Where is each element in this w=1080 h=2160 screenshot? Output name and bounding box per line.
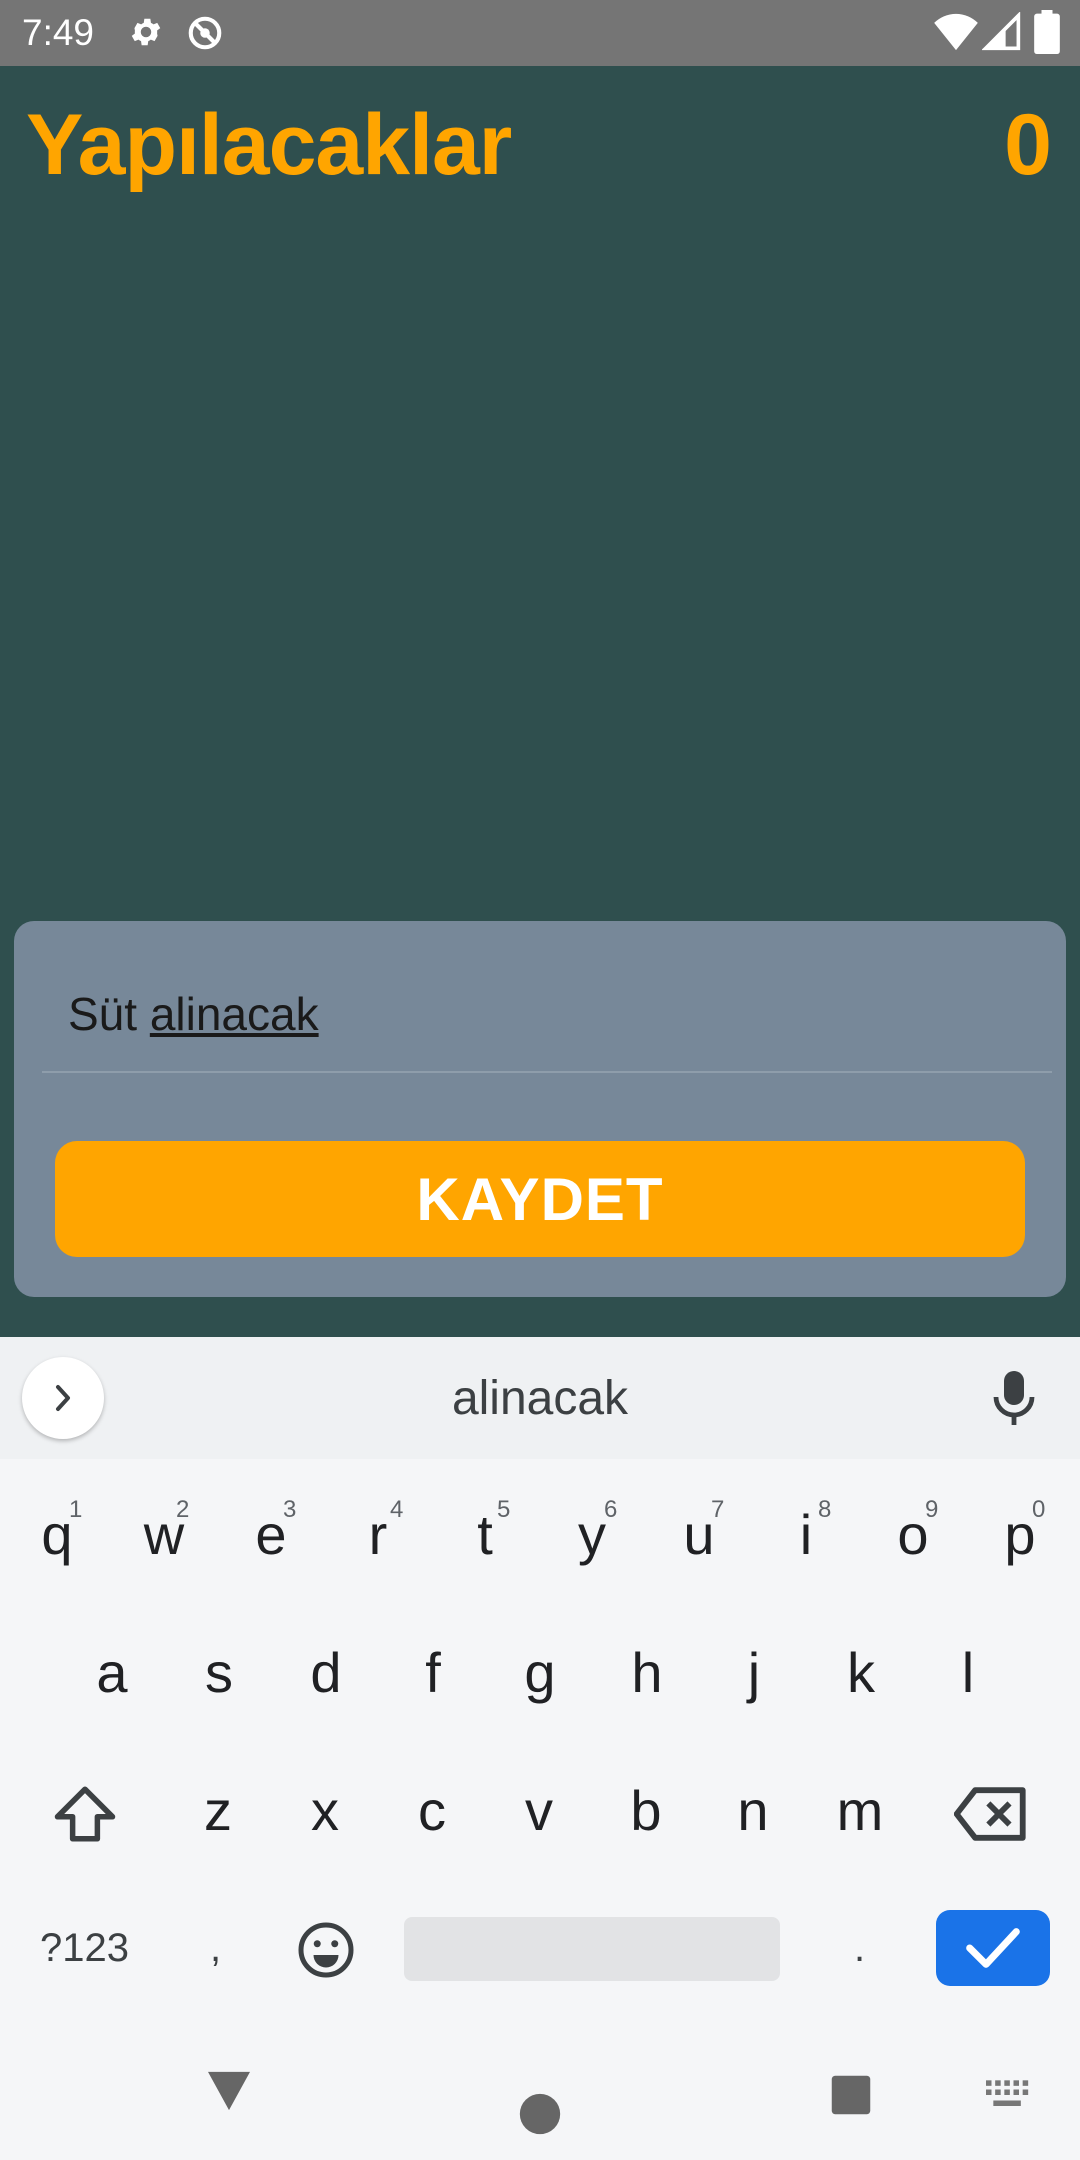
key-g[interactable]: g	[490, 1640, 590, 1705]
key-number-hint: 1	[69, 1496, 83, 1523]
key-label: q	[41, 1503, 73, 1566]
page-title: Yapılacaklar	[26, 97, 512, 193]
keyboard-switch-icon[interactable]	[986, 2080, 1030, 2110]
key-label: g	[524, 1641, 556, 1704]
key-number-hint: 5	[497, 1496, 511, 1523]
key-label: l	[961, 1641, 975, 1704]
key-u[interactable]: u7	[649, 1496, 749, 1567]
shift-arrow-icon	[54, 1786, 116, 1842]
backspace-key[interactable]	[953, 1786, 1028, 1847]
navigation-bar	[0, 2040, 1080, 2160]
recents-square-icon[interactable]	[830, 2074, 872, 2116]
key-label: y	[578, 1503, 606, 1566]
key-v[interactable]: v	[489, 1778, 589, 1843]
status-time: 7:49	[22, 12, 95, 53]
key-label: p	[1004, 1503, 1036, 1566]
settings-gear-icon	[128, 14, 164, 55]
add-todo-form: Süt alinacak KAYDET	[14, 921, 1066, 1297]
app-header: Yapılacaklar 0	[0, 66, 1080, 226]
key-x[interactable]: x	[275, 1778, 375, 1843]
key-j[interactable]: j	[704, 1640, 804, 1705]
key-b[interactable]: b	[596, 1778, 696, 1843]
space-key[interactable]	[404, 1917, 780, 1981]
do-not-disturb-icon	[186, 14, 224, 57]
key-e[interactable]: e3	[221, 1496, 321, 1567]
key-label: e	[255, 1503, 287, 1566]
key-s[interactable]: s	[169, 1640, 269, 1705]
key-y[interactable]: y6	[542, 1496, 642, 1567]
period-key[interactable]: .	[854, 1926, 865, 1971]
key-label: a	[96, 1641, 128, 1704]
key-label: v	[525, 1779, 553, 1842]
key-label: t	[477, 1503, 493, 1566]
cell-signal-icon	[981, 11, 1022, 57]
key-f[interactable]: f	[383, 1640, 483, 1705]
key-label: f	[425, 1641, 441, 1704]
key-r[interactable]: r4	[328, 1496, 428, 1567]
key-t[interactable]: t5	[435, 1496, 535, 1567]
key-number-hint: 0	[1032, 1496, 1046, 1523]
todo-count: 0	[1004, 97, 1052, 193]
key-l[interactable]: l	[918, 1640, 1018, 1705]
key-label: k	[847, 1641, 875, 1704]
key-label: c	[418, 1779, 446, 1842]
key-number-hint: 3	[283, 1496, 297, 1523]
key-d[interactable]: d	[276, 1640, 376, 1705]
key-label: h	[631, 1641, 663, 1704]
checkmark-icon	[966, 1928, 1020, 1968]
enter-done-key[interactable]	[936, 1910, 1050, 1986]
home-circle-icon[interactable]	[518, 2092, 562, 2136]
key-number-hint: 2	[176, 1496, 190, 1523]
key-number-hint: 7	[711, 1496, 725, 1523]
key-o[interactable]: o9	[863, 1496, 963, 1567]
suggestion-word[interactable]: alinacak	[0, 1371, 1080, 1426]
key-number-hint: 4	[390, 1496, 404, 1523]
back-triangle-icon[interactable]	[206, 2070, 252, 2112]
comma-key[interactable]: ,	[210, 1926, 221, 1971]
key-label: n	[737, 1779, 769, 1842]
suggestion-bar: alinacak	[0, 1337, 1080, 1459]
status-bar: 7:49	[0, 0, 1080, 66]
key-label: j	[747, 1641, 761, 1704]
battery-icon	[1034, 10, 1060, 59]
todo-input[interactable]: Süt alinacak	[42, 961, 1052, 1073]
todo-input-value: Süt alinacak	[68, 988, 319, 1040]
key-z[interactable]: z	[168, 1778, 268, 1843]
microphone-icon[interactable]	[990, 1369, 1038, 1429]
key-label: z	[204, 1779, 232, 1842]
key-label: x	[311, 1779, 339, 1842]
key-p[interactable]: p0	[970, 1496, 1070, 1567]
key-label: r	[368, 1503, 388, 1566]
key-label: i	[799, 1503, 813, 1566]
wifi-icon	[934, 12, 978, 57]
key-m[interactable]: m	[810, 1778, 910, 1843]
key-number-hint: 9	[925, 1496, 939, 1523]
emoji-key[interactable]	[296, 1920, 356, 1985]
soft-keyboard: alinacak	[0, 1337, 1080, 2160]
key-label: o	[897, 1503, 929, 1566]
key-label: d	[310, 1641, 342, 1704]
key-label: m	[836, 1779, 884, 1842]
key-label: b	[630, 1779, 662, 1842]
key-q[interactable]: q1	[7, 1496, 107, 1567]
key-n[interactable]: n	[703, 1778, 803, 1843]
backspace-icon	[953, 1787, 1026, 1841]
key-c[interactable]: c	[382, 1778, 482, 1843]
symbols-key[interactable]: ?123	[40, 1926, 129, 1971]
save-button[interactable]: KAYDET	[55, 1141, 1025, 1257]
key-label: s	[205, 1641, 233, 1704]
key-h[interactable]: h	[597, 1640, 697, 1705]
key-w[interactable]: w2	[114, 1496, 214, 1567]
shift-key[interactable]	[52, 1783, 118, 1850]
emoji-smile-icon	[298, 1922, 354, 1978]
key-number-hint: 6	[604, 1496, 618, 1523]
key-k[interactable]: k	[811, 1640, 911, 1705]
key-i[interactable]: i8	[756, 1496, 856, 1567]
key-number-hint: 8	[818, 1496, 832, 1523]
key-a[interactable]: a	[62, 1640, 162, 1705]
key-label: u	[683, 1503, 715, 1566]
